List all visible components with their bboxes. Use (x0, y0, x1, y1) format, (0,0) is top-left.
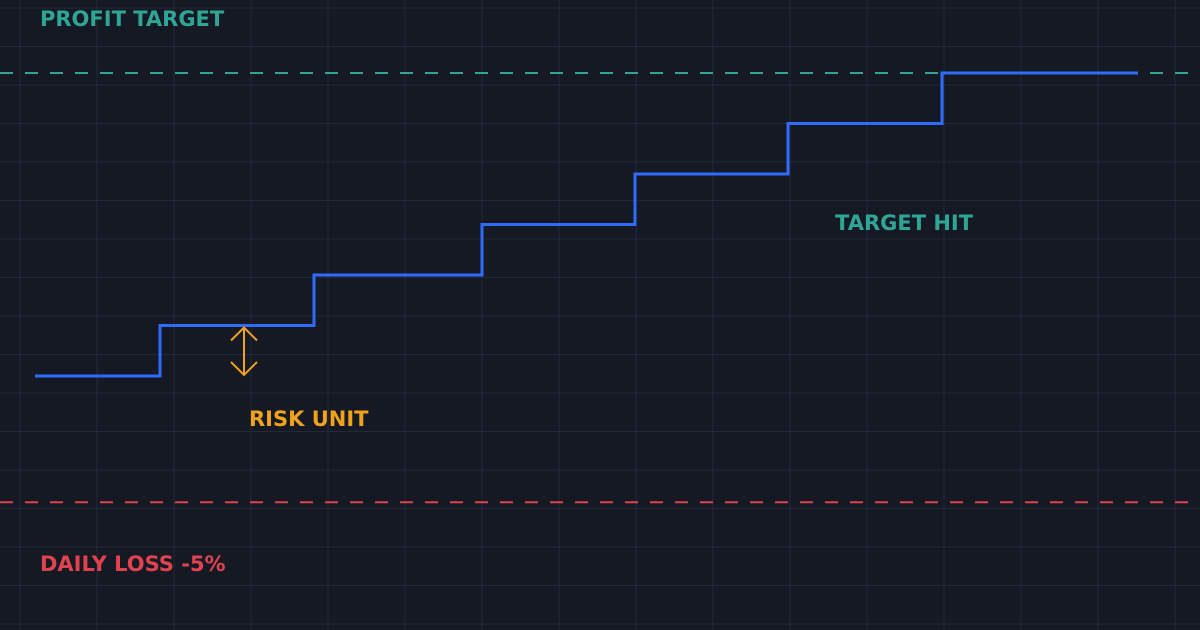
target-hit-label: TARGET HIT (835, 211, 974, 235)
risk-unit-arrow-icon (230, 326, 258, 377)
profit-target-label: PROFIT TARGET (40, 7, 225, 31)
grid (0, 0, 1200, 630)
daily-loss-label: DAILY LOSS -5% (40, 552, 226, 576)
chart: PROFIT TARGET TARGET HIT RISK UNIT DAILY… (0, 0, 1200, 630)
risk-unit-label: RISK UNIT (249, 407, 369, 431)
